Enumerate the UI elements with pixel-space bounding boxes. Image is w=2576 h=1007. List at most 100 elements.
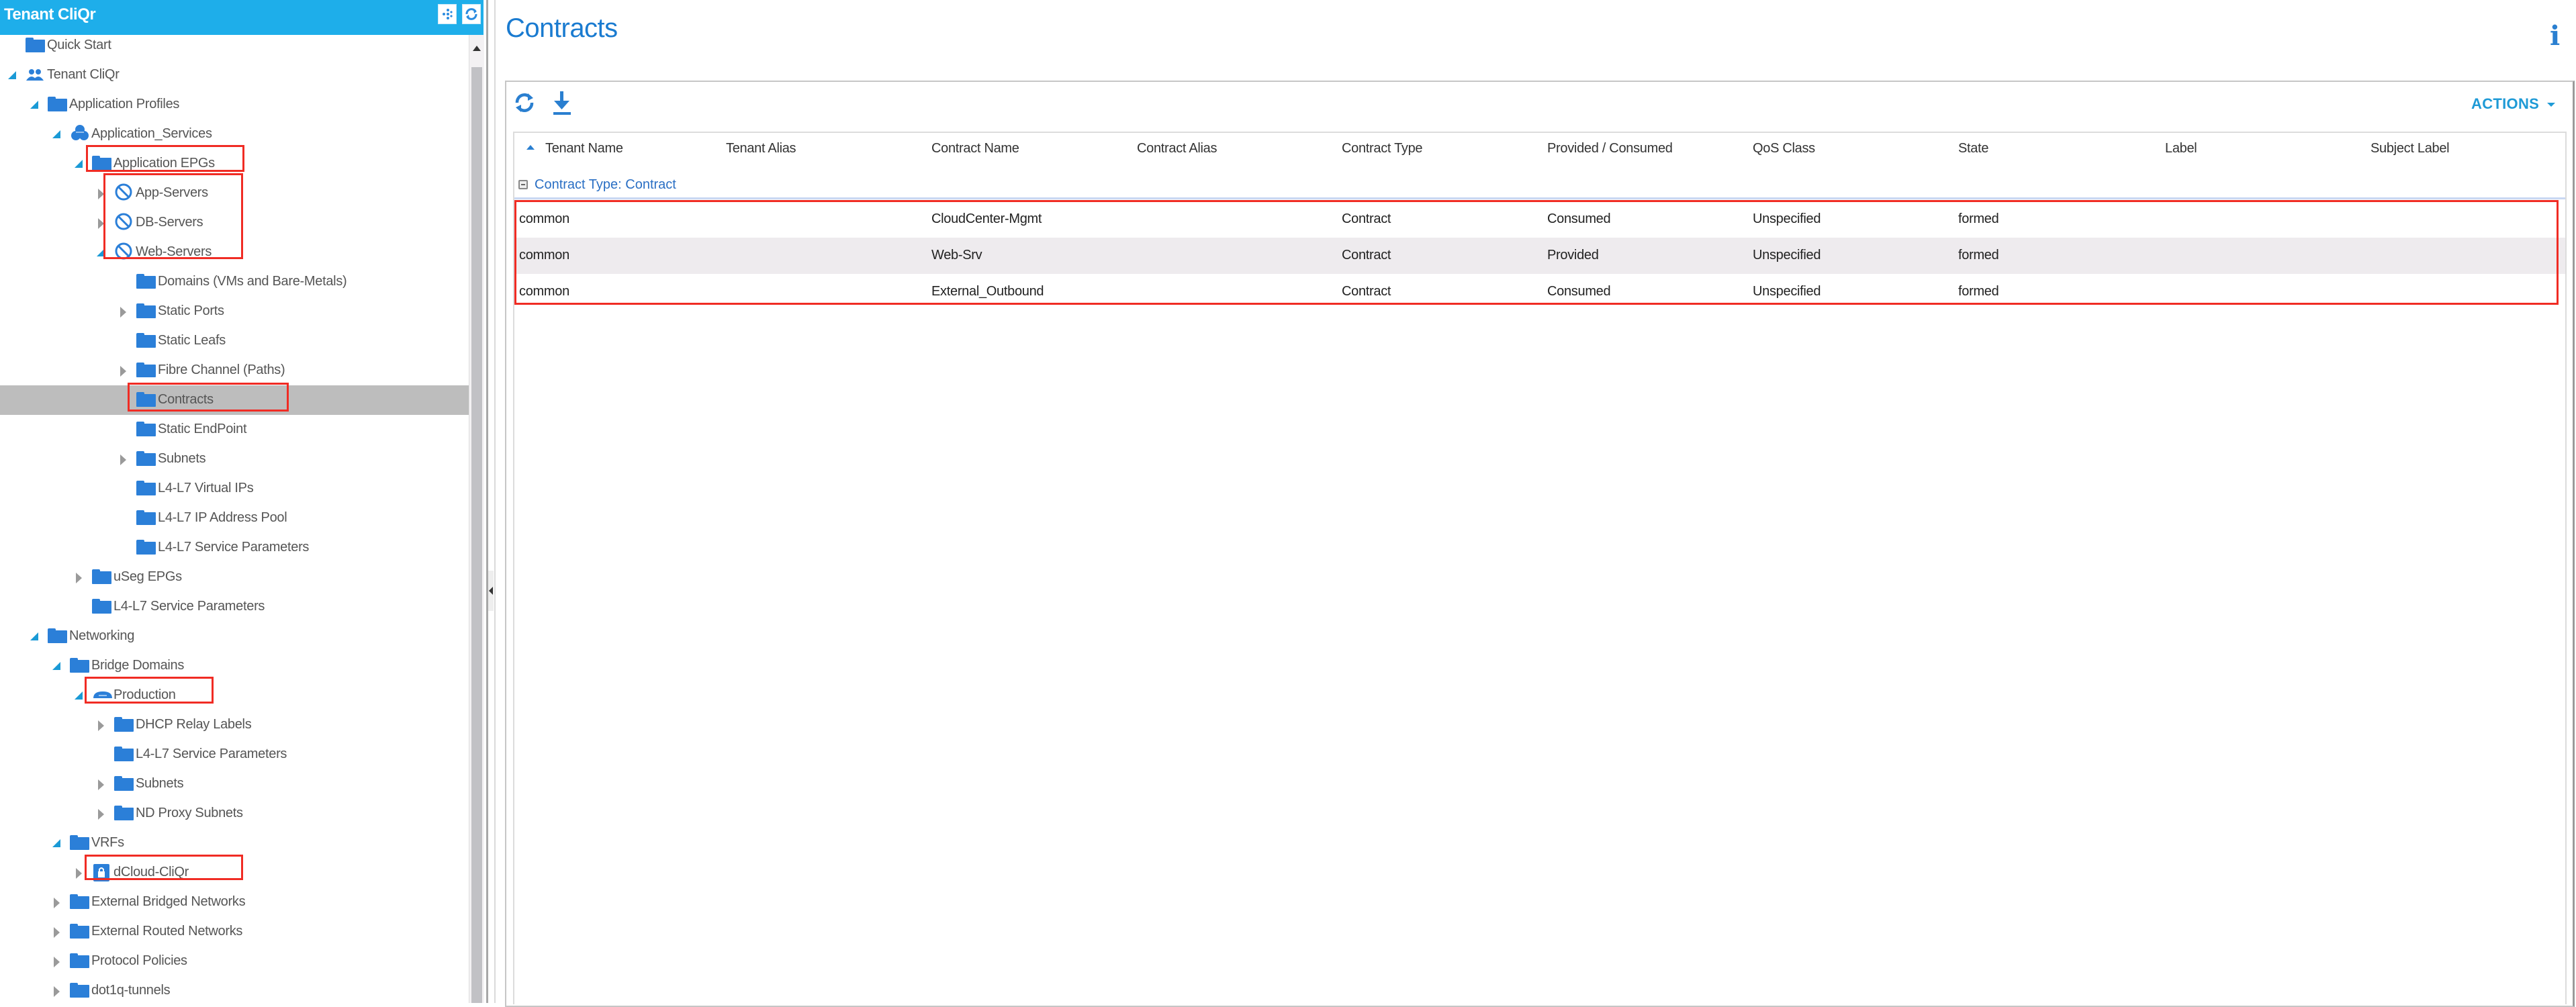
topology-button[interactable] <box>438 4 457 24</box>
tree-item-quick-start[interactable]: Quick Start <box>0 31 470 60</box>
tree-item-vrfs[interactable]: VRFs <box>0 828 470 858</box>
column-header-tenant-name[interactable]: Tenant Name <box>545 141 623 156</box>
expanded-arrow-icon[interactable] <box>52 129 62 140</box>
table-row[interactable]: common CloudCenter-Mgmt Contract Consumed Un… <box>514 201 2565 238</box>
tree-item-l4-l7-service-parameters[interactable]: L4-L7 Service Parameters <box>0 740 470 769</box>
tree-item-domains-vms-and-bare-metals[interactable]: Domains (VMs and Bare-Metals) <box>0 267 470 297</box>
tree-scrollbar[interactable] <box>469 35 484 1003</box>
tree-item-fibre-channel-paths[interactable]: Fibre Channel (Paths) <box>0 356 470 385</box>
tree-item-static-endpoint[interactable]: Static EndPoint <box>0 415 470 444</box>
tree-item-static-leafs[interactable]: Static Leafs <box>0 326 470 356</box>
collapsed-arrow-icon[interactable] <box>52 986 62 997</box>
tree-item-db-servers[interactable]: DB-Servers <box>0 208 470 238</box>
expanded-arrow-icon[interactable] <box>75 158 84 169</box>
refresh-button[interactable] <box>512 90 537 115</box>
folder-icon <box>92 599 112 615</box>
actions-menu-button[interactable]: ACTIONS <box>2471 95 2556 113</box>
tree-item-networking[interactable]: Networking <box>0 622 470 651</box>
folder-icon <box>136 392 156 408</box>
tree-item-l4-l7-service-parameters[interactable]: L4-L7 Service Parameters <box>0 592 470 622</box>
panel-splitter[interactable] <box>486 0 496 1003</box>
folder-icon <box>114 806 134 822</box>
folder-icon <box>136 481 156 497</box>
collapsed-arrow-icon[interactable] <box>75 867 84 879</box>
column-header-state[interactable]: State <box>1958 141 1989 156</box>
expanded-arrow-icon[interactable] <box>30 99 40 110</box>
tree-item-external-routed-networks[interactable]: External Routed Networks <box>0 917 470 947</box>
collapsed-arrow-icon[interactable] <box>97 720 106 731</box>
group-divider <box>514 197 2565 199</box>
tree-item-label: Tenant CliQr <box>47 67 120 82</box>
tree-item-app-servers[interactable]: App-Servers <box>0 179 470 208</box>
collapsed-arrow-icon[interactable] <box>75 572 84 583</box>
tree-item-dhcp-relay-labels[interactable]: DHCP Relay Labels <box>0 710 470 740</box>
tree-item-protocol-policies[interactable]: Protocol Policies <box>0 947 470 976</box>
tree-item-l4-l7-virtual-ips[interactable]: L4-L7 Virtual IPs <box>0 474 470 504</box>
expanded-arrow-icon[interactable] <box>75 690 84 701</box>
tree-item-label: dCloud-CliQr <box>113 865 189 879</box>
tree-item-production[interactable]: Production <box>0 681 470 710</box>
tree-item-label: Application Profiles <box>69 97 180 111</box>
tree-item-nd-proxy-subnets[interactable]: ND Proxy Subnets <box>0 799 470 828</box>
collapsed-arrow-icon[interactable] <box>52 926 62 938</box>
tree-item-bridge-domains[interactable]: Bridge Domains <box>0 651 470 681</box>
collapsed-arrow-icon[interactable] <box>52 897 62 908</box>
column-header-contract-name[interactable]: Contract Name <box>931 141 1019 156</box>
tree-item-application-profiles[interactable]: Application Profiles <box>0 90 470 119</box>
collapsed-arrow-icon[interactable] <box>119 454 128 465</box>
tree-item-useg-epgs[interactable]: uSeg EPGs <box>0 563 470 592</box>
collapsed-arrow-icon[interactable] <box>119 306 128 318</box>
tree-item-application-epgs[interactable]: Application EPGs <box>0 149 470 179</box>
folder-icon <box>136 333 156 349</box>
collapsed-arrow-icon[interactable] <box>52 956 62 967</box>
navigation-header: Tenant CliQr <box>0 0 484 35</box>
tree-item-l4-l7-service-parameters[interactable]: L4-L7 Service Parameters <box>0 533 470 563</box>
info-icon[interactable]: i <box>2550 20 2560 52</box>
column-header-contract-alias[interactable]: Contract Alias <box>1137 141 1217 156</box>
folder-icon <box>70 894 90 910</box>
expanded-arrow-icon[interactable] <box>30 631 40 642</box>
column-header-contract-type[interactable]: Contract Type <box>1342 141 1423 156</box>
column-header-tenant-alias[interactable]: Tenant Alias <box>726 141 796 156</box>
collapsed-arrow-icon[interactable] <box>119 365 128 377</box>
tree-item-dcloud-cliqr[interactable]: dCloud-CliQr <box>0 858 470 888</box>
column-header-provided-consumed[interactable]: Provided / Consumed <box>1547 141 1673 156</box>
folder-icon <box>136 274 156 290</box>
table-cell-state: formed <box>1958 211 1999 226</box>
topology-icon <box>443 9 453 19</box>
column-header-subject-label[interactable]: Subject Label <box>2371 141 2450 156</box>
refresh-tree-button[interactable] <box>462 4 481 24</box>
table-row[interactable]: common External_Outbound Contract Consumed U… <box>514 274 2565 310</box>
sort-ascending-icon[interactable] <box>526 145 535 150</box>
tree-item-subnets[interactable]: Subnets <box>0 444 470 474</box>
scroll-up-arrow-icon[interactable] <box>473 46 481 51</box>
column-header-label[interactable]: Label <box>2165 141 2197 156</box>
tree-item-application-services[interactable]: Application_Services <box>0 119 470 149</box>
tree-item-tenant-cliqr[interactable]: Tenant CliQr <box>0 60 470 90</box>
folder-icon <box>70 924 90 940</box>
table-cell-qos-class: Unspecified <box>1753 248 1821 262</box>
expanded-arrow-icon[interactable] <box>97 247 106 258</box>
collapsed-arrow-icon[interactable] <box>97 188 106 199</box>
expanded-arrow-icon[interactable] <box>8 70 17 81</box>
scrollbar-thumb[interactable] <box>471 67 482 1003</box>
collapse-panel-handle[interactable] <box>488 571 494 611</box>
collapsed-arrow-icon[interactable] <box>97 779 106 790</box>
group-row-contract-type[interactable]: Contract Type: Contract <box>518 177 676 193</box>
tree-item-external-bridged-networks[interactable]: External Bridged Networks <box>0 888 470 917</box>
tree-item-contracts[interactable]: Contracts <box>0 385 470 415</box>
tree-item-l4-l7-ip-address-pool[interactable]: L4-L7 IP Address Pool <box>0 504 470 533</box>
column-header-qos-class[interactable]: QoS Class <box>1753 141 1815 156</box>
tree-item-static-ports[interactable]: Static Ports <box>0 297 470 326</box>
table-row[interactable]: common Web-Srv Contract Provided Unspecified… <box>514 238 2565 274</box>
tree-item-dot1q-tunnels[interactable]: dot1q-tunnels <box>0 976 470 1003</box>
tree-item-subnets[interactable]: Subnets <box>0 769 470 799</box>
expanded-arrow-icon[interactable] <box>52 838 62 849</box>
tree-item-web-servers[interactable]: Web-Servers <box>0 238 470 267</box>
expanded-arrow-icon[interactable] <box>52 661 62 671</box>
download-button[interactable] <box>549 90 575 115</box>
collapsed-arrow-icon[interactable] <box>97 218 106 229</box>
collapse-group-icon[interactable] <box>518 180 528 189</box>
table-cell-contract-type: Contract <box>1342 211 1391 226</box>
collapsed-arrow-icon[interactable] <box>97 808 106 820</box>
